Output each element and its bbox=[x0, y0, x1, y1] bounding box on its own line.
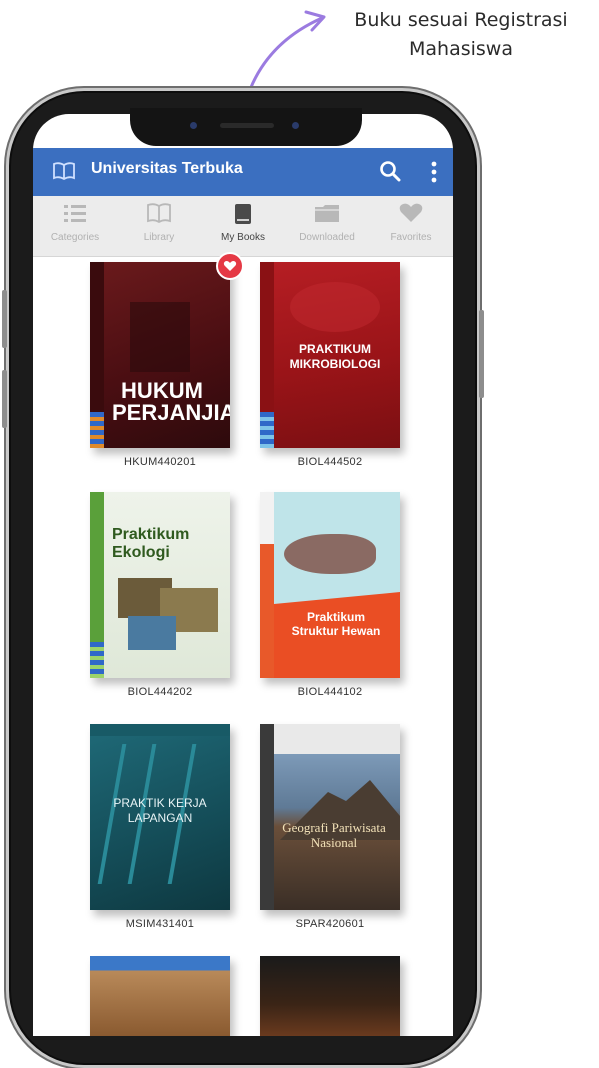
book-item-partial[interactable] bbox=[90, 956, 230, 1036]
tab-library[interactable]: Library bbox=[117, 196, 201, 256]
book-cover[interactable]: Praktikum Struktur Hewan bbox=[260, 492, 400, 678]
book-code: MSIM431401 bbox=[125, 918, 195, 930]
book-code: BIOL444102 bbox=[297, 686, 363, 698]
book-cover[interactable]: PRAKTIK KERJA LAPANGAN bbox=[90, 724, 230, 910]
book-cover[interactable]: HUKUM PERJANJIAN bbox=[90, 262, 230, 448]
side-button-left-2 bbox=[2, 370, 7, 428]
book-code: BIOL444502 bbox=[297, 456, 363, 468]
sensor-icon bbox=[292, 122, 299, 129]
phone-screen: Universitas Terbuka Categories Library M… bbox=[33, 114, 453, 1036]
tab-downloaded[interactable]: Downloaded bbox=[285, 196, 369, 256]
tab-my-books[interactable]: My Books bbox=[201, 196, 285, 256]
tab-bar: Categories Library My Books Downloaded F… bbox=[33, 196, 453, 257]
cover-title: Praktikum Ekologi bbox=[112, 526, 190, 561]
annotation-line-2: Mahasiswa bbox=[409, 38, 513, 60]
book-cover[interactable]: Geografi Pariwisata Nasional bbox=[260, 724, 400, 910]
book-item[interactable]: Geografi Pariwisata Nasional SPAR420601 bbox=[260, 724, 400, 930]
more-options-icon[interactable] bbox=[431, 161, 437, 188]
app-title: Universitas Terbuka bbox=[91, 160, 243, 177]
book-cover[interactable] bbox=[90, 956, 230, 1036]
speaker-grille bbox=[220, 123, 274, 128]
open-book-icon[interactable] bbox=[53, 162, 75, 185]
cover-title: PRAKTIKUM MIKROBIOLOGI bbox=[289, 342, 381, 371]
favorite-badge[interactable] bbox=[216, 252, 244, 280]
book-code: HKUM440201 bbox=[123, 456, 197, 468]
list-icon bbox=[33, 202, 117, 232]
tab-favorites[interactable]: Favorites bbox=[369, 196, 453, 256]
tab-label: My Books bbox=[221, 232, 265, 243]
book-item[interactable]: PRAKTIK KERJA LAPANGAN MSIM431401 bbox=[90, 724, 230, 930]
side-button-left-1 bbox=[2, 290, 7, 348]
cover-title: Geografi Pariwisata Nasional bbox=[282, 820, 386, 850]
tab-label: Downloaded bbox=[299, 232, 355, 243]
book-icon bbox=[201, 202, 285, 232]
book-item-partial[interactable] bbox=[260, 956, 400, 1036]
tab-label: Library bbox=[143, 232, 175, 243]
book-item[interactable]: Praktikum Ekologi BIOL444202 bbox=[90, 492, 230, 698]
book-cover[interactable]: Praktikum Ekologi bbox=[90, 492, 230, 678]
search-icon[interactable] bbox=[379, 160, 401, 187]
book-item[interactable]: Praktikum Struktur Hewan BIOL444102 bbox=[260, 492, 400, 698]
cover-title: HUKUM PERJANJIAN bbox=[112, 378, 230, 425]
phone-notch bbox=[130, 108, 362, 146]
open-book-icon bbox=[117, 202, 201, 232]
cover-title: Praktikum Struktur Hewan bbox=[291, 610, 381, 638]
camera-icon bbox=[190, 122, 197, 129]
tab-categories[interactable]: Categories bbox=[33, 196, 117, 256]
tab-label: Favorites bbox=[390, 232, 432, 243]
heart-icon bbox=[223, 261, 237, 271]
book-code: SPAR420601 bbox=[295, 918, 365, 930]
book-item[interactable]: PRAKTIKUM MIKROBIOLOGI BIOL444502 bbox=[260, 262, 400, 468]
app-bar: Universitas Terbuka bbox=[33, 148, 453, 196]
annotation-text: Buku sesuai Registrasi Mahasiswa bbox=[330, 6, 592, 64]
cover-title: PRAKTIK KERJA LAPANGAN bbox=[113, 796, 207, 825]
heart-icon bbox=[369, 202, 453, 232]
book-cover[interactable]: PRAKTIKUM MIKROBIOLOGI bbox=[260, 262, 400, 448]
book-item[interactable]: HUKUM PERJANJIAN HKUM440201 bbox=[90, 262, 230, 468]
book-code: BIOL444202 bbox=[127, 686, 193, 698]
tab-label: Categories bbox=[50, 232, 100, 243]
book-cover[interactable] bbox=[260, 956, 400, 1036]
annotation-line-1: Buku sesuai Registrasi bbox=[354, 9, 568, 31]
folder-icon bbox=[285, 202, 369, 232]
side-button-right bbox=[479, 310, 484, 398]
